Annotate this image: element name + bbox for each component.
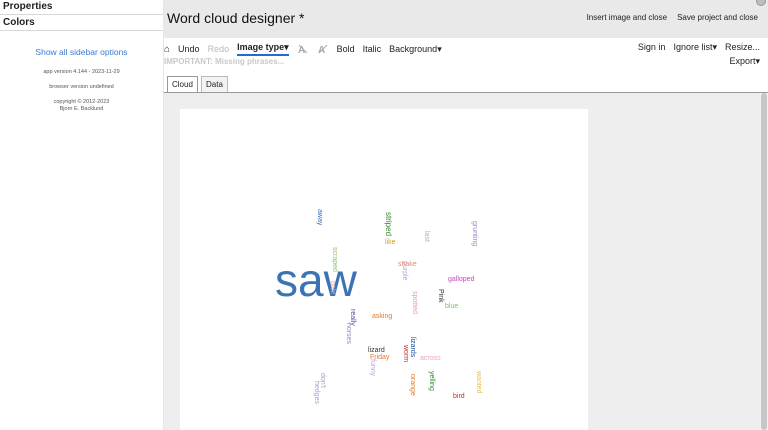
window-corner-icon[interactable] (756, 0, 766, 6)
cloud-word[interactable]: lizards (409, 337, 416, 357)
resize-button[interactable]: Resize... (725, 42, 760, 53)
cloud-word[interactable]: last (423, 231, 430, 242)
cloud-word[interactable]: horses (345, 323, 352, 344)
cloud-word[interactable]: blue (445, 303, 458, 310)
page-title: Word cloud designer * (167, 10, 305, 26)
cloud-word[interactable]: galloped (448, 276, 474, 283)
cloud-word[interactable]: wanted (475, 371, 482, 394)
missing-phrases-warning[interactable]: IMPORTANT: Missing phrases... (164, 57, 284, 66)
cloud-word[interactable]: purple (401, 261, 408, 280)
vertical-scrollbar[interactable] (760, 93, 768, 430)
sidebar: Properties Colors Show all sidebar optio… (0, 0, 164, 430)
cloud-word[interactable]: yelling (428, 371, 435, 391)
cloud-word[interactable]: worm (402, 345, 409, 362)
toolbar: ⌂ Undo Redo Image type▾ A A Bold Italic … (164, 38, 768, 72)
bold-button[interactable]: Bold (337, 44, 355, 54)
cloud-word[interactable]: saw (275, 257, 357, 303)
redo-button[interactable]: Redo (208, 44, 230, 54)
italic-button[interactable]: Italic (363, 44, 382, 54)
copyright-line1: copyright © 2012-2023 (53, 99, 110, 105)
home-icon[interactable]: ⌂ (164, 44, 170, 55)
cloud-word[interactable]: scraped (331, 247, 338, 272)
cloud-word[interactable]: grunting (471, 221, 478, 246)
sidebar-section-properties[interactable]: Properties (0, 0, 163, 15)
header-actions: Insert image and close Save project and … (587, 13, 758, 22)
background-dropdown[interactable]: Background▾ (389, 44, 442, 55)
insert-image-and-close-button[interactable]: Insert image and close (587, 13, 668, 22)
toolbar-right: Sign in Ignore list▾ Resize... (630, 42, 760, 53)
tab-cloud[interactable]: Cloud (167, 76, 198, 92)
sign-in-button[interactable]: Sign in (638, 42, 666, 53)
cloud-word[interactable]: lizard (368, 347, 385, 354)
sidebar-section-colors[interactable]: Colors (0, 16, 163, 31)
show-all-sidebar-options-link[interactable]: Show all sidebar options (0, 47, 163, 57)
cloud-word[interactable]: pale (329, 281, 336, 294)
cloud-word[interactable]: striped (384, 212, 393, 236)
cloud-word[interactable]: don't (319, 373, 326, 388)
cloud-word[interactable]: away (316, 209, 323, 225)
cloud-word[interactable]: like (385, 239, 396, 246)
ignore-list-dropdown[interactable]: Ignore list▾ (673, 42, 717, 53)
toolbar-left: ⌂ Undo Redo Image type▾ A A Bold Italic … (164, 42, 450, 56)
shuffle-layout-icon[interactable]: A (317, 43, 329, 55)
browser-version-text: browser version undefined (49, 84, 114, 90)
tab-bar: Cloud Data (164, 72, 768, 93)
tab-data[interactable]: Data (201, 76, 228, 92)
cloud-word[interactable]: across (420, 355, 441, 362)
header-bar: Word cloud designer * Insert image and c… (164, 0, 768, 38)
cloud-word[interactable]: bird (453, 393, 465, 400)
image-type-dropdown[interactable]: Image type▾ (237, 42, 289, 56)
cloud-canvas-area: saw striped like last grunting away scraped sna… (164, 93, 760, 430)
cloud-word[interactable]: funny (369, 359, 376, 376)
scrollbar-thumb[interactable] (761, 93, 767, 430)
cloud-word[interactable]: spotted (411, 291, 418, 314)
cloud-word[interactable]: Pink (437, 289, 444, 303)
save-project-and-close-button[interactable]: Save project and close (677, 13, 758, 22)
main-panel: Word cloud designer * Insert image and c… (164, 0, 768, 430)
undo-button[interactable]: Undo (178, 44, 200, 54)
cloud-word[interactable]: orange (409, 374, 416, 396)
rotate-words-icon[interactable]: A (297, 43, 309, 55)
word-cloud: saw striped like last grunting away scraped sna… (180, 109, 588, 430)
copyright-line2: Bjorn E. Backlund (59, 106, 104, 112)
export-dropdown[interactable]: Export▾ (729, 56, 760, 67)
app-version-text: app version 4.144 - 2023-11-29 (43, 69, 120, 75)
cloud-word[interactable]: asking (372, 313, 392, 320)
